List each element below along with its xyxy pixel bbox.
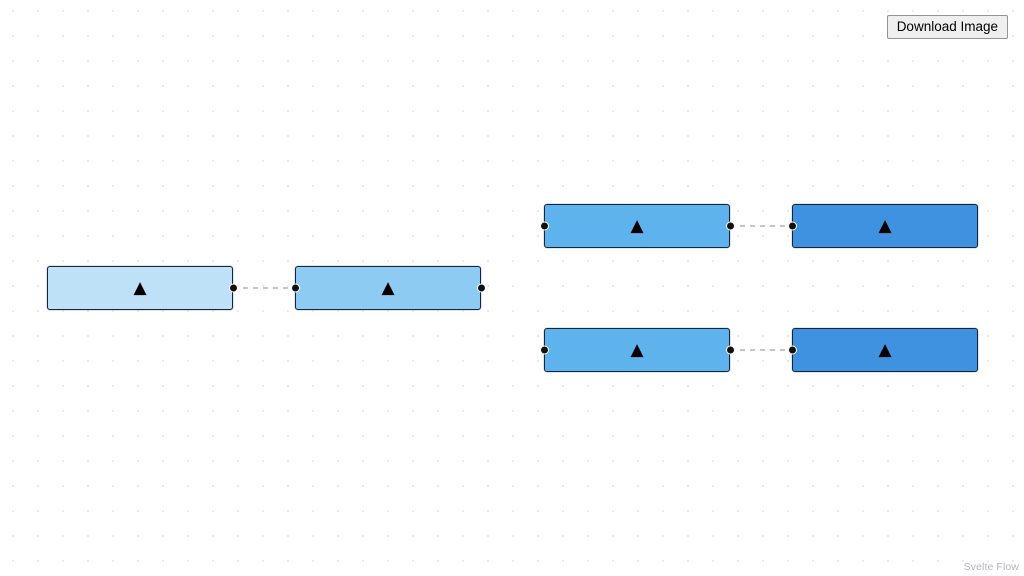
node-handle-source[interactable] [476, 283, 486, 293]
triangle-up-icon: ▲ [878, 215, 892, 236]
node-handle-target[interactable] [787, 345, 797, 355]
node-handle-target[interactable] [787, 221, 797, 231]
node-layer: ▲ ▲ ▲ ▲ ▲ ▲ [0, 0, 1024, 576]
node-handle-target[interactable] [539, 345, 549, 355]
flow-node[interactable]: ▲ [787, 204, 978, 248]
flow-node[interactable]: ▲ [290, 266, 486, 310]
node-handle-source[interactable] [725, 221, 735, 231]
triangle-up-icon: ▲ [878, 339, 892, 360]
node-handle-target[interactable] [290, 283, 300, 293]
flow-canvas[interactable]: ▲ ▲ ▲ ▲ ▲ ▲ Download Image Svelte Flow [0, 0, 1024, 576]
triangle-up-icon: ▲ [630, 215, 644, 236]
node-handle-source[interactable] [228, 283, 238, 293]
flow-node[interactable]: ▲ [47, 266, 238, 310]
download-image-button[interactable]: Download Image [886, 15, 1008, 39]
svelte-flow-attribution[interactable]: Svelte Flow [964, 561, 1019, 573]
triangle-up-icon: ▲ [133, 277, 147, 298]
flow-node[interactable]: ▲ [539, 204, 735, 248]
node-handle-target[interactable] [539, 221, 549, 231]
node-handle-source[interactable] [725, 345, 735, 355]
flow-node[interactable]: ▲ [787, 328, 978, 372]
triangle-up-icon: ▲ [630, 339, 644, 360]
flow-node[interactable]: ▲ [539, 328, 735, 372]
triangle-up-icon: ▲ [381, 277, 395, 298]
